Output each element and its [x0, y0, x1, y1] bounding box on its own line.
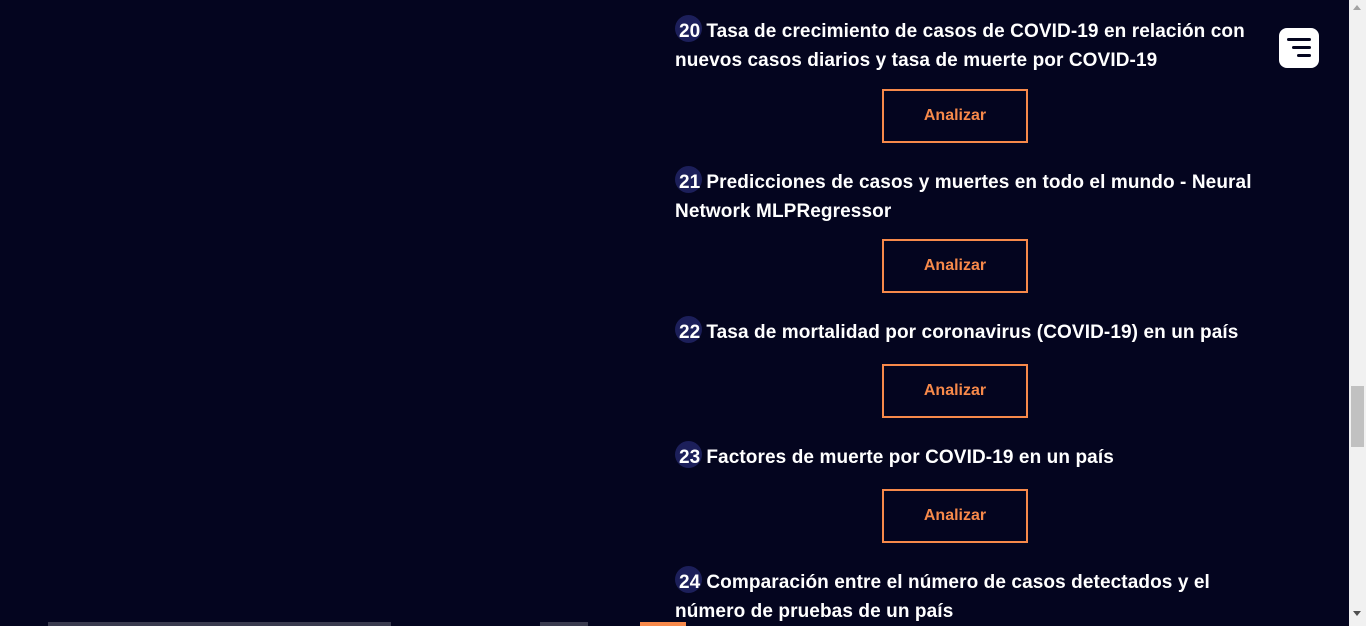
page: 20 Tasa de crecimiento de casos de COVID-…	[0, 0, 1366, 626]
list-item: 20 Tasa de crecimiento de casos de COVID-…	[675, 15, 1275, 143]
analyze-button[interactable]: Analizar	[882, 89, 1028, 143]
item-title: 22 Tasa de mortalidad por coronavirus (CO…	[675, 316, 1275, 348]
menu-button[interactable]	[1279, 28, 1319, 68]
analyze-button[interactable]: Analizar	[882, 239, 1028, 293]
bottom-edge-segment	[640, 622, 686, 626]
list-item: 24 Comparación entre el número de casos d…	[675, 566, 1275, 626]
item-number-badge: 21	[675, 166, 706, 198]
item-number-badge: 22	[675, 316, 706, 348]
list-item: 21 Predicciones de casos y muertes en tod…	[675, 166, 1275, 293]
item-title: 23 Factores de muerte por COVID-19 en un …	[675, 441, 1275, 473]
item-title: 20 Tasa de crecimiento de casos de COVID-…	[675, 15, 1275, 75]
item-number-badge: 20	[675, 15, 706, 47]
bottom-edge-segment	[540, 622, 588, 626]
bottom-edge	[0, 622, 1349, 626]
vertical-scrollbar[interactable]	[1349, 0, 1366, 626]
item-title: 24 Comparación entre el número de casos d…	[675, 566, 1275, 626]
analyze-button[interactable]: Analizar	[882, 364, 1028, 418]
list-item: 23 Factores de muerte por COVID-19 en un …	[675, 441, 1275, 543]
item-title: 21 Predicciones de casos y muertes en tod…	[675, 166, 1275, 226]
bottom-edge-segment	[48, 622, 391, 626]
item-number-badge: 23	[675, 441, 706, 473]
scrollbar-thumb[interactable]	[1351, 386, 1364, 447]
scroll-down-icon[interactable]	[1353, 611, 1361, 616]
item-number-badge: 24	[675, 566, 706, 598]
analyze-button[interactable]: Analizar	[882, 489, 1028, 543]
scroll-up-icon[interactable]	[1353, 5, 1361, 10]
list-item: 22 Tasa de mortalidad por coronavirus (CO…	[675, 316, 1275, 418]
